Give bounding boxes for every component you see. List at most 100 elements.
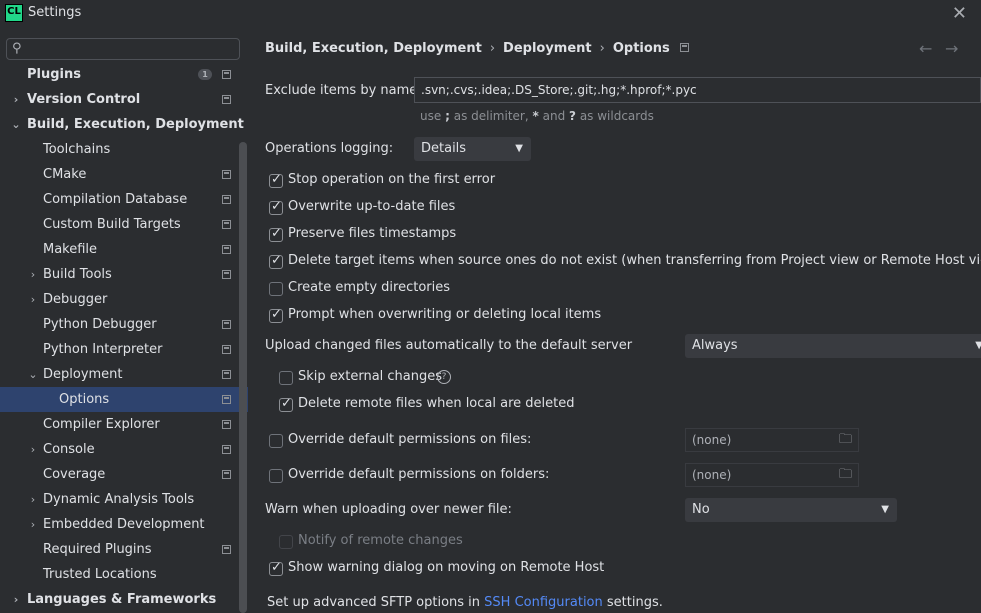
checkbox[interactable]	[269, 282, 283, 296]
sidebar-item-build-tools[interactable]: › Build Tools	[0, 262, 248, 287]
forward-arrow-icon[interactable]: →	[945, 39, 958, 58]
upload-label: Upload changed files automatically to th…	[265, 338, 633, 353]
upload-value: Always	[692, 338, 738, 353]
sidebar-item-plugins[interactable]: Plugins 1	[0, 62, 248, 87]
checkbox[interactable]	[269, 469, 283, 483]
checkbox[interactable]	[269, 172, 283, 188]
checkbox-label: Preserve files timestamps	[288, 226, 457, 241]
close-button[interactable]: ✕	[952, 3, 967, 24]
chevron-down-icon: ▼	[515, 143, 523, 154]
sidebar-item-custom-build-targets[interactable]: Custom Build Targets	[0, 212, 248, 237]
sidebar-item-options[interactable]: Options	[0, 387, 248, 412]
sidebar-item-label: Toolchains	[43, 142, 111, 157]
checkbox	[279, 535, 293, 549]
breadcrumb: Build, Execution, Deployment › Deployment ›…	[265, 41, 689, 56]
window-title: Settings	[28, 5, 82, 20]
chevron-right-icon[interactable]: ›	[10, 87, 22, 112]
app-logo-icon: CL	[5, 4, 23, 22]
sidebar-item-languages-frameworks[interactable]: › Languages & Frameworks	[0, 587, 248, 612]
sidebar-item-compiler-explorer[interactable]: Compiler Explorer	[0, 412, 248, 437]
chevron-down-icon[interactable]: ⌄	[10, 112, 22, 137]
sidebar-item-python-interpreter[interactable]: Python Interpreter	[0, 337, 248, 362]
checkbox[interactable]	[269, 307, 283, 323]
chevron-down-icon[interactable]: ⌄	[27, 362, 39, 387]
sidebar-item-required-plugins[interactable]: Required Plugins	[0, 537, 248, 562]
sidebar-item-dynamic-analysis-tools[interactable]: › Dynamic Analysis Tools	[0, 487, 248, 512]
exclude-input[interactable]	[414, 77, 981, 103]
sidebar-item-label: Deployment	[43, 367, 123, 382]
chevron-right-icon[interactable]: ›	[27, 262, 39, 287]
warn-label: Warn when uploading over newer file:	[265, 502, 512, 517]
checkbox-label: Prompt when overwriting or deleting loca…	[288, 307, 602, 322]
operations-logging-label: Operations logging:	[265, 141, 394, 156]
breadcrumb-part: Build, Execution, Deployment	[265, 41, 482, 56]
project-settings-icon	[222, 195, 231, 204]
breadcrumb-separator: ›	[489, 41, 496, 56]
search-input[interactable]	[31, 41, 231, 57]
sidebar-item-debugger[interactable]: › Debugger	[0, 287, 248, 312]
settings-search[interactable]: ⚲	[6, 38, 240, 60]
project-settings-icon	[222, 95, 231, 104]
sidebar-item-console[interactable]: › Console	[0, 437, 248, 462]
chevron-right-icon[interactable]: ›	[10, 587, 22, 612]
checkbox-label: Delete target items when source ones do …	[288, 253, 981, 268]
project-settings-icon	[222, 245, 231, 254]
folder-icon[interactable]: 🗀	[839, 464, 852, 486]
chevron-right-icon[interactable]: ›	[27, 437, 39, 462]
sidebar-item-label: Custom Build Targets	[43, 217, 181, 232]
warn-dropdown[interactable]: No ▼	[685, 498, 897, 522]
sidebar-item-label: Compilation Database	[43, 192, 188, 207]
breadcrumb-separator: ›	[599, 41, 605, 56]
sidebar-item-label: Languages & Frameworks	[27, 592, 217, 607]
checkbox[interactable]	[269, 560, 283, 576]
sidebar-item-label: Build, Execution, Deployment	[27, 117, 244, 132]
sidebar-item-toolchains[interactable]: Toolchains	[0, 137, 248, 162]
chevron-right-icon[interactable]: ›	[27, 487, 39, 512]
operations-logging-dropdown[interactable]: Details ▼	[414, 137, 531, 161]
sidebar-scrollbar[interactable]	[239, 142, 247, 613]
checkbox[interactable]	[269, 434, 283, 448]
project-settings-icon	[222, 420, 231, 429]
sidebar-item-label: Required Plugins	[43, 542, 152, 557]
checkbox[interactable]	[269, 226, 283, 242]
folder-icon[interactable]: 🗀	[839, 429, 852, 451]
project-settings-icon	[222, 320, 231, 329]
project-settings-icon	[222, 395, 231, 404]
ssh-configuration-link[interactable]: SSH Configuration	[484, 595, 603, 610]
chevron-right-icon[interactable]: ›	[27, 512, 39, 537]
title-bar: CL Settings ✕	[0, 0, 981, 27]
folder-permissions-field[interactable]: (none) 🗀	[685, 463, 859, 487]
breadcrumb-part: Options	[612, 41, 670, 56]
sidebar-item-coverage[interactable]: Coverage	[0, 462, 248, 487]
sidebar-item-deployment[interactable]: ⌄ Deployment	[0, 362, 248, 387]
checkbox[interactable]	[279, 396, 293, 412]
sidebar-item-version-control[interactable]: › Version Control	[0, 87, 248, 112]
checkbox[interactable]	[279, 371, 293, 385]
sidebar-item-label: Python Interpreter	[43, 342, 163, 357]
settings-content: Build, Execution, Deployment › Deployment ›…	[248, 27, 981, 613]
project-settings-icon	[222, 70, 231, 79]
checkbox[interactable]	[269, 253, 283, 269]
chevron-right-icon[interactable]: ›	[27, 287, 39, 312]
sidebar-item-label: Console	[43, 442, 95, 457]
sidebar-item-trusted-locations[interactable]: Trusted Locations	[0, 562, 248, 587]
settings-sidebar: ⚲ Plugins 1 › Version Control ⌄ Build, Execut…	[0, 27, 248, 613]
project-settings-icon	[679, 43, 689, 52]
checkbox-label: Stop operation on the first error	[288, 172, 496, 187]
sidebar-item-makefile[interactable]: Makefile	[0, 237, 248, 262]
help-icon[interactable]: ?	[437, 370, 451, 384]
sidebar-item-cmake[interactable]: CMake	[0, 162, 248, 187]
sidebar-item-build-execution-deployment[interactable]: ⌄ Build, Execution, Deployment	[0, 112, 248, 137]
sidebar-item-embedded-development[interactable]: › Embedded Development	[0, 512, 248, 537]
upload-dropdown[interactable]: Always ▼	[685, 334, 981, 358]
file-permissions-field[interactable]: (none) 🗀	[685, 428, 859, 452]
sidebar-item-compilation-database[interactable]: Compilation Database	[0, 187, 248, 212]
project-settings-icon	[222, 170, 231, 179]
warn-value: No	[692, 502, 710, 517]
checkbox-label: Create empty directories	[288, 280, 451, 295]
checkbox[interactable]	[269, 199, 283, 215]
sidebar-item-python-debugger[interactable]: Python Debugger	[0, 312, 248, 337]
back-arrow-icon[interactable]: ←	[919, 39, 932, 58]
sidebar-item-label: Build Tools	[43, 267, 112, 282]
chevron-down-icon: ▼	[975, 340, 981, 351]
